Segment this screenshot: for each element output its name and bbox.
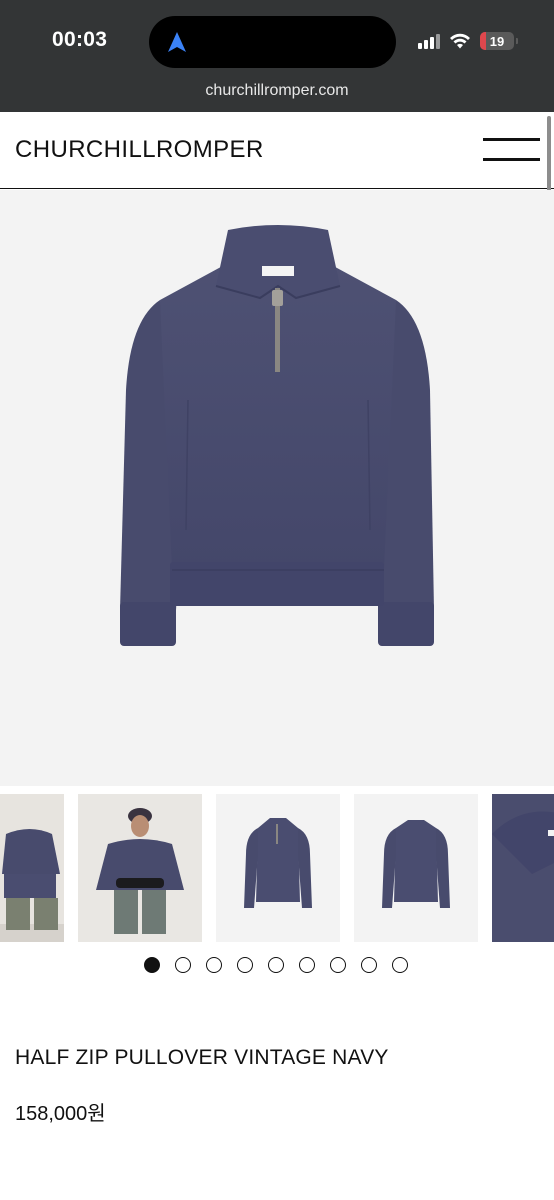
sweater-image bbox=[120, 225, 434, 646]
product-price: 158,000원 bbox=[15, 1103, 106, 1125]
product-main-image[interactable] bbox=[0, 190, 554, 786]
browser-chrome: 00:03 19 churchillromper.com bbox=[0, 0, 554, 112]
thumbnail-5[interactable] bbox=[492, 794, 554, 942]
brand-logo[interactable]: CHURCHILLROMPER bbox=[15, 136, 264, 164]
pagination-dot[interactable] bbox=[237, 957, 253, 973]
pagination-dot[interactable] bbox=[206, 957, 222, 973]
navigation-arrow-icon bbox=[168, 32, 186, 52]
pagination-dot[interactable] bbox=[392, 957, 408, 973]
wifi-icon bbox=[450, 33, 470, 49]
thumbnail-2[interactable] bbox=[78, 794, 202, 942]
hamburger-menu-icon[interactable] bbox=[483, 138, 540, 162]
battery-icon: 19 bbox=[480, 32, 518, 50]
battery-level: 19 bbox=[489, 33, 505, 49]
thumbnail-3[interactable] bbox=[216, 794, 340, 942]
pagination-dot[interactable] bbox=[330, 957, 346, 973]
pagination-dot[interactable] bbox=[144, 957, 160, 973]
status-time: 00:03 bbox=[52, 28, 108, 51]
product-title: HALF ZIP PULLOVER VINTAGE NAVY bbox=[15, 1046, 389, 1069]
pagination-dot[interactable] bbox=[299, 957, 315, 973]
pagination-dot[interactable] bbox=[175, 957, 191, 973]
pagination-dot[interactable] bbox=[268, 957, 284, 973]
gallery-pagination bbox=[144, 957, 408, 973]
thumbnail-strip bbox=[0, 794, 554, 942]
cellular-signal-icon bbox=[418, 33, 440, 49]
dynamic-island bbox=[149, 16, 396, 68]
address-bar-url[interactable]: churchillromper.com bbox=[0, 82, 554, 100]
site-header: CHURCHILLROMPER bbox=[0, 112, 554, 189]
status-icons: 19 bbox=[418, 30, 518, 52]
thumbnail-4[interactable] bbox=[354, 794, 478, 942]
pagination-dot[interactable] bbox=[361, 957, 377, 973]
thumbnail-1[interactable] bbox=[0, 794, 64, 942]
